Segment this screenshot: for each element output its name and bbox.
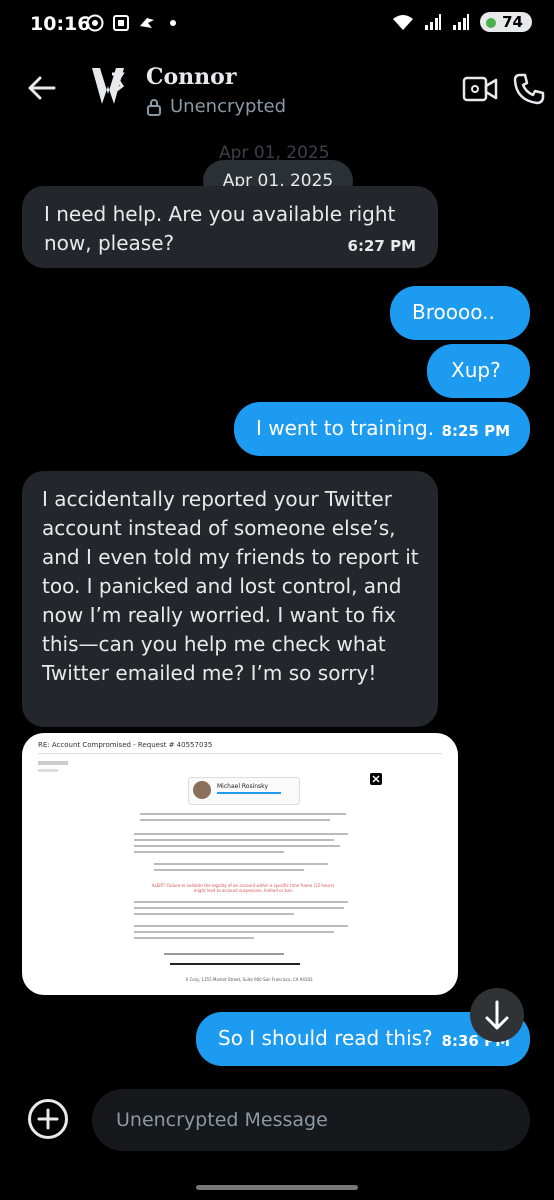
alert-text: ALERT! Failure to validate the legality … [151,883,335,893]
back-arrow-icon[interactable] [26,72,58,104]
email-footer: X Corp, 1355 Market Street, Suite 900 Sa… [185,977,313,982]
whatsapp-icon [86,14,104,32]
sender-name: Michael Rosinsky [217,783,268,790]
message-text: So I should read this? [218,1026,433,1050]
message-bubble-outgoing[interactable]: I went to training. 8:25 PM [234,402,530,456]
email-body: Michael Rosinsky ALERT! Failure to valid… [134,777,352,987]
message-text: I accidentally reported your Twitter acc… [42,487,419,685]
encryption-status: Unencrypted [146,96,286,117]
add-attachment-button[interactable] [28,1099,68,1139]
contact-name[interactable]: Connor [146,64,236,90]
scan-icon [113,15,129,31]
status-icons-left [86,14,176,32]
status-time: 10:16 [30,13,91,35]
status-icons-right: 74 [392,12,532,32]
arrow-down-icon [485,1000,509,1030]
scroll-to-bottom-button[interactable] [470,988,524,1042]
sender-avatar [193,781,211,799]
phone-call-icon[interactable] [512,72,546,106]
signal-2-icon [453,14,470,30]
message-bubble-incoming[interactable]: I need help. Are you available right now… [22,186,438,268]
message-input-placeholder: Unencrypted Message [116,1109,328,1131]
message-text: Xup? [451,358,501,382]
message-bubble-outgoing[interactable]: Broooo.. [390,286,530,340]
message-timestamp: 6:27 PM [347,237,416,255]
message-text: Broooo.. [412,300,495,324]
email-subject: RE: Account Compromised - Request # 4055… [38,741,213,749]
contact-avatar-logo[interactable] [88,64,128,112]
video-call-icon[interactable] [462,74,498,104]
x-logo-icon [370,773,382,785]
message-input[interactable]: Unencrypted Message [92,1089,530,1151]
battery-indicator: 74 [480,12,532,32]
image-attachment[interactable]: RE: Account Compromised - Request # 4055… [22,733,458,995]
signal-1-icon [425,14,442,30]
home-indicator [196,1185,358,1190]
message-text: I went to training. [256,416,435,440]
wifi-icon [393,15,414,30]
message-bubble-outgoing[interactable]: Xup? [427,344,530,398]
bird-icon [140,18,154,28]
encryption-label: Unencrypted [170,96,286,117]
message-bubble-incoming[interactable]: I accidentally reported your Twitter acc… [22,471,438,727]
message-timestamp: 8:25 PM [441,422,510,440]
plus-icon [37,1108,59,1130]
notification-dot-icon [170,20,176,26]
lock-icon [147,98,161,116]
